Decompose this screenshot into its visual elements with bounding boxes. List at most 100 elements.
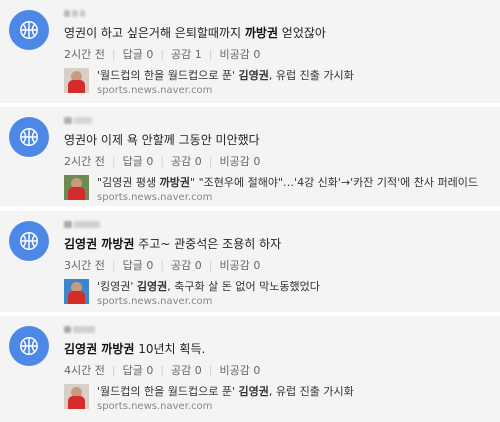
reply-count: 0 xyxy=(146,48,154,61)
divider: | xyxy=(208,363,213,377)
divider: | xyxy=(160,363,165,377)
like-button[interactable]: 공감 0 xyxy=(171,362,202,378)
comment-text-bold: 김영권 까방권 xyxy=(64,342,135,356)
comment-text: 영권이 하고 싶은거해 은퇴할때까지 까방권 얻었잖아 xyxy=(64,24,492,41)
avatar[interactable] xyxy=(9,10,49,50)
comment-meta: 3시간 전 | 답글 0 | 공감 0 | 비공감 0 xyxy=(64,257,492,273)
divider: | xyxy=(160,258,165,272)
like-count: 1 xyxy=(194,48,202,61)
news-title-part: , 유럽 진출 가시화 xyxy=(268,385,354,398)
news-title-part: '월드컵의 한을 월드컵으로 푼' xyxy=(97,69,239,82)
comment-card: 김영권 까방권 주고~ 관중석은 조용히 하자 3시간 전 | 답글 0 | 공… xyxy=(0,211,500,312)
basketball-icon xyxy=(20,128,38,146)
dislike-count: 0 xyxy=(253,364,261,377)
like-count: 0 xyxy=(194,364,202,377)
reply-count: 0 xyxy=(146,364,154,377)
news-thumbnail xyxy=(64,175,89,200)
news-title[interactable]: '월드컵의 한을 월드컵으로 푼' 김영권, 유럽 진출 가시화 xyxy=(97,384,354,399)
comment-text-part: 영권이 하고 싶은거해 은퇴할때까지 xyxy=(64,26,245,40)
news-title-part: '월드컵의 한을 월드컵으로 푼' xyxy=(97,385,239,398)
timestamp: 2시간 전 xyxy=(64,48,105,61)
like-label: 공감 xyxy=(171,259,192,272)
like-count: 0 xyxy=(194,155,202,168)
reply-label: 답글 xyxy=(122,259,143,272)
dislike-label: 비공감 xyxy=(219,48,250,61)
dislike-count: 0 xyxy=(253,155,261,168)
comment-meta: 2시간 전 | 답글 0 | 공감 1 | 비공감 0 xyxy=(64,46,492,62)
basketball-icon xyxy=(20,232,38,250)
avatar[interactable] xyxy=(9,326,49,366)
news-title-part: "김영권 평생 xyxy=(97,176,160,189)
like-label: 공감 xyxy=(171,48,192,61)
like-button[interactable]: 공감 0 xyxy=(171,153,202,169)
reply-button[interactable]: 답글 0 xyxy=(123,257,154,273)
reply-count: 0 xyxy=(146,155,154,168)
comment-text-part: 10년치 획득. xyxy=(134,342,206,356)
news-link[interactable]: '킹영권' 김영권, 축구화 살 돈 없어 막노동했었다 sports.news… xyxy=(64,279,492,309)
comment-text-bold: 까방권 xyxy=(244,26,278,40)
news-title-part: , 축구화 살 돈 없어 막노동했었다 xyxy=(167,280,320,293)
news-title[interactable]: "김영권 평생 까방권" "조현우에 절해야"…'4강 신화'→'카잔 기적'에… xyxy=(97,175,478,190)
comment-card: 영권이 하고 싶은거해 은퇴할때까지 까방권 얻었잖아 2시간 전 | 답글 0… xyxy=(0,0,500,103)
divider: | xyxy=(208,154,213,168)
news-title[interactable]: '킹영권' 김영권, 축구화 살 돈 없어 막노동했었다 xyxy=(97,279,320,294)
dislike-button[interactable]: 비공감 0 xyxy=(220,46,261,62)
news-source: sports.news.naver.com xyxy=(97,401,213,412)
like-button[interactable]: 공감 1 xyxy=(171,46,202,62)
like-button[interactable]: 공감 0 xyxy=(171,257,202,273)
reply-label: 답글 xyxy=(122,364,143,377)
divider: | xyxy=(111,258,116,272)
dislike-label: 비공감 xyxy=(219,259,250,272)
comment-text: 영권아 이제 욕 안할께 그동안 미안했다 xyxy=(64,131,492,148)
reply-label: 답글 xyxy=(122,48,143,61)
reply-button[interactable]: 답글 0 xyxy=(123,153,154,169)
news-title-part: " "조현우에 절해야"…'4강 신화'→'카잔 기적'에 찬사 퍼레이드 xyxy=(190,176,479,189)
reply-button[interactable]: 답글 0 xyxy=(123,46,154,62)
basketball-icon xyxy=(20,337,38,355)
dislike-count: 0 xyxy=(253,259,261,272)
news-thumbnail xyxy=(64,279,89,304)
dislike-button[interactable]: 비공감 0 xyxy=(220,257,261,273)
news-title-bold: 김영권 xyxy=(136,280,168,293)
comment-text-bold: 김영권 까방권 xyxy=(64,237,135,251)
divider: | xyxy=(208,258,213,272)
comment-meta: 2시간 전 | 답글 0 | 공감 0 | 비공감 0 xyxy=(64,153,492,169)
comment-meta: 4시간 전 | 답글 0 | 공감 0 | 비공감 0 xyxy=(64,362,492,378)
reply-count: 0 xyxy=(146,259,154,272)
news-link[interactable]: '월드컵의 한을 월드컵으로 푼' 김영권, 유럽 진출 가시화 sports.… xyxy=(64,384,492,414)
news-title[interactable]: '월드컵의 한을 월드컵으로 푼' 김영권, 유럽 진출 가시화 xyxy=(97,68,354,83)
dislike-label: 비공감 xyxy=(219,364,250,377)
timestamp: 4시간 전 xyxy=(64,364,105,377)
comment-card: 김영권 까방권 10년치 획득. 4시간 전 | 답글 0 | 공감 0 | 비… xyxy=(0,316,500,422)
comment-text: 김영권 까방권 10년치 획득. xyxy=(64,340,492,357)
news-source: sports.news.naver.com xyxy=(97,85,213,96)
author-name-redacted[interactable] xyxy=(64,323,492,336)
timestamp: 2시간 전 xyxy=(64,155,105,168)
news-title-bold: 까방권 xyxy=(159,176,191,189)
author-name-redacted[interactable] xyxy=(64,218,492,231)
news-source: sports.news.naver.com xyxy=(97,192,213,203)
news-thumbnail xyxy=(64,68,89,93)
divider: | xyxy=(160,47,165,61)
avatar[interactable] xyxy=(9,221,49,261)
comment-feed: 영권이 하고 싶은거해 은퇴할때까지 까방권 얻었잖아 2시간 전 | 답글 0… xyxy=(0,0,500,422)
dislike-label: 비공감 xyxy=(219,155,250,168)
divider: | xyxy=(111,47,116,61)
like-label: 공감 xyxy=(171,364,192,377)
reply-button[interactable]: 답글 0 xyxy=(123,362,154,378)
dislike-button[interactable]: 비공감 0 xyxy=(220,153,261,169)
dislike-count: 0 xyxy=(253,48,261,61)
news-link[interactable]: "김영권 평생 까방권" "조현우에 절해야"…'4강 신화'→'카잔 기적'에… xyxy=(64,175,492,205)
avatar[interactable] xyxy=(9,117,49,157)
basketball-icon xyxy=(20,21,38,39)
comment-text: 김영권 까방권 주고~ 관중석은 조용히 하자 xyxy=(64,235,492,252)
author-name-redacted[interactable] xyxy=(64,114,492,127)
news-link[interactable]: '월드컵의 한을 월드컵으로 푼' 김영권, 유럽 진출 가시화 sports.… xyxy=(64,68,492,98)
divider: | xyxy=(208,47,213,61)
author-name-redacted[interactable] xyxy=(64,7,492,20)
divider: | xyxy=(160,154,165,168)
news-source: sports.news.naver.com xyxy=(97,296,213,307)
timestamp: 3시간 전 xyxy=(64,259,105,272)
dislike-button[interactable]: 비공감 0 xyxy=(220,362,261,378)
comment-text-part: 얻었잖아 xyxy=(277,26,326,40)
